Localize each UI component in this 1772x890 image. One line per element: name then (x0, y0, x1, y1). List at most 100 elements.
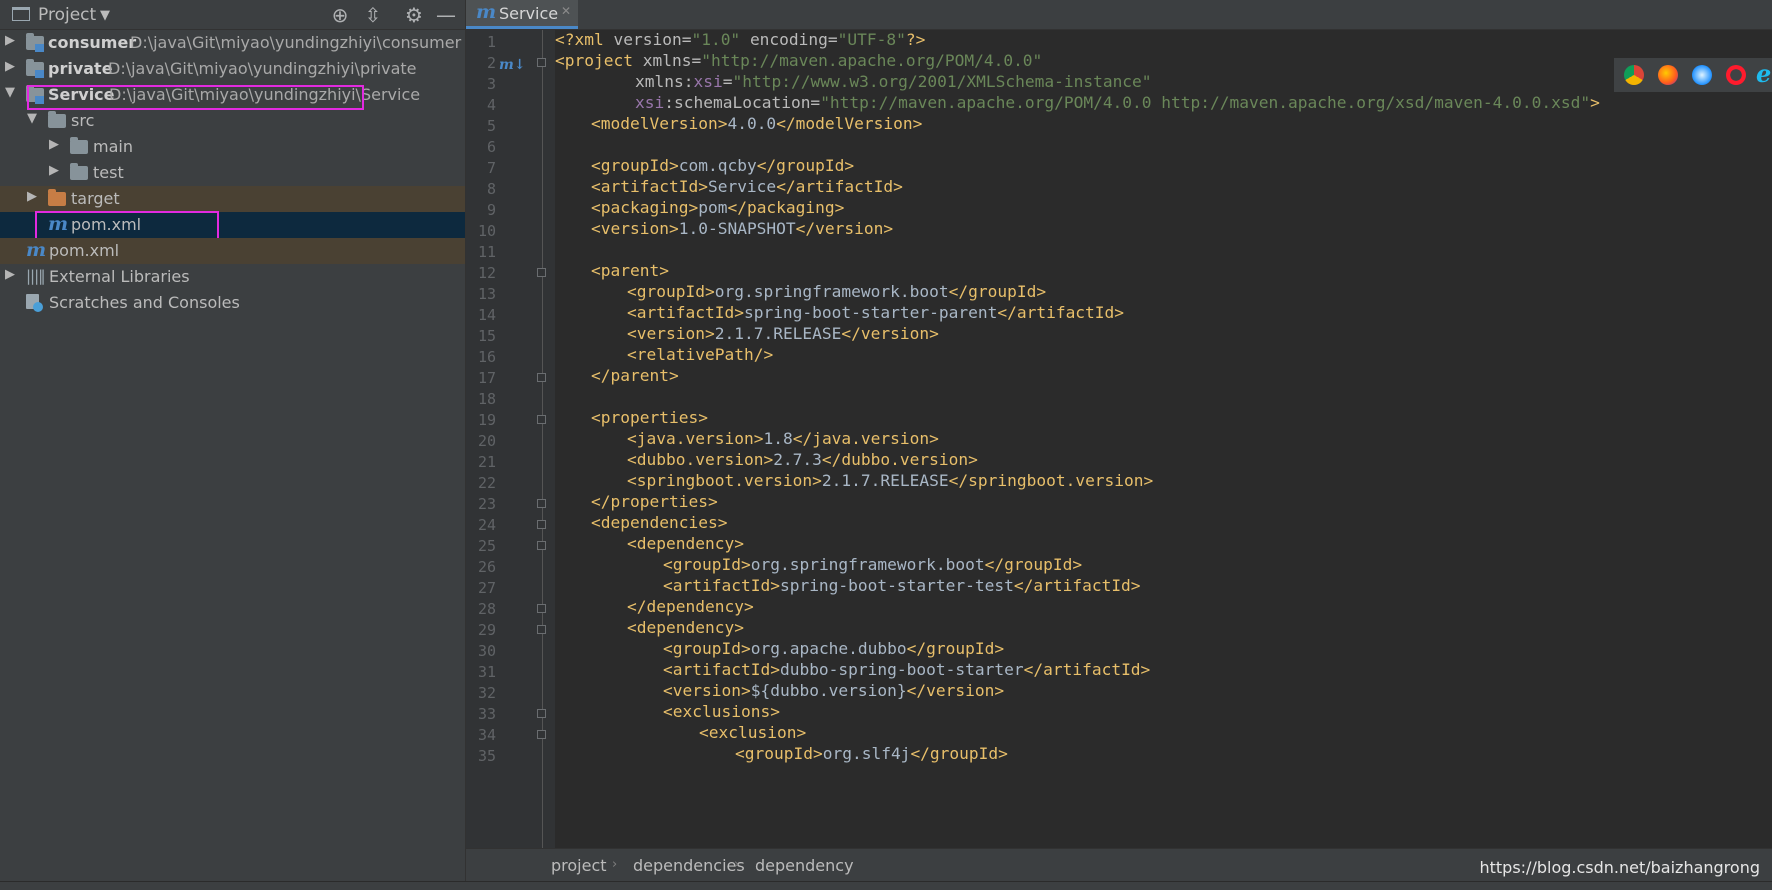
code-line-5: <modelVersion>4.0.0</modelVersion> (591, 114, 922, 138)
line-number: 1 (486, 33, 496, 51)
text: ${dubbo.version} (750, 681, 907, 700)
text: spring-boot-starter-test (779, 576, 1014, 595)
line-number: 3 (486, 75, 496, 93)
line-number: 9 (486, 201, 496, 219)
tag: </artifactId> (1013, 576, 1141, 595)
maven-run-icon[interactable]: m↓ (499, 57, 526, 73)
tag: <dubbo.version> (627, 450, 774, 469)
line-number: 7 (486, 159, 496, 177)
tree-item-test[interactable]: ▶ test (0, 160, 465, 186)
tree-item-target[interactable]: ▶ target (0, 186, 465, 212)
collapse-arrow-icon[interactable]: ▼ (5, 85, 15, 100)
editor-tab-bar: m Service ✕ (466, 0, 1772, 30)
text: 2.7.3 (773, 450, 822, 469)
collapse-arrow-icon[interactable]: ▼ (27, 111, 37, 126)
chrome-icon[interactable] (1624, 65, 1644, 85)
module-badge-icon (35, 44, 44, 52)
minimize-icon[interactable]: — (435, 3, 457, 27)
tree-item-path: D:\java\Git\miyao\yundingzhiyi\consumer (130, 33, 462, 52)
text: 2.1.7.RELEASE (821, 471, 949, 490)
opera-icon[interactable] (1726, 65, 1746, 85)
tab-service-pom[interactable]: m Service ✕ (466, 0, 578, 29)
tag: </parent> (591, 366, 679, 385)
fold-toggle-icon[interactable] (537, 58, 546, 67)
fold-toggle-icon[interactable] (537, 373, 546, 382)
chevron-down-icon[interactable]: ▼ (100, 8, 110, 23)
tree-item-consumer[interactable]: ▶ consumer D:\java\Git\miyao\yundingzhiy… (0, 30, 465, 56)
tag: </packaging> (727, 198, 845, 217)
line-number: 8 (486, 180, 496, 198)
browser-preview-bar: e (1614, 58, 1772, 92)
line-number: 26 (477, 558, 496, 576)
maven-file-icon: m (476, 1, 497, 23)
tag: <dependency> (627, 618, 744, 637)
tag: <dependency> (627, 534, 744, 553)
line-number: 34 (477, 726, 496, 744)
line-number: 11 (477, 243, 496, 261)
text: 2.1.7.RELEASE (714, 324, 842, 343)
fold-toggle-icon[interactable] (537, 415, 546, 424)
text: org.apache.dubbo (750, 639, 907, 658)
tag: <groupId> (627, 282, 715, 301)
maven-file-icon: m (26, 239, 47, 261)
tag: <dependencies> (591, 513, 728, 532)
project-panel-title[interactable]: Project (38, 5, 96, 25)
expand-arrow-icon[interactable]: ▶ (49, 163, 59, 178)
tree-item-path: D:\java\Git\miyao\yundingzhiyi\private (108, 59, 417, 78)
tree-item-external-libraries[interactable]: ▶ |||‖ External Libraries (0, 264, 465, 290)
breadcrumb-project[interactable]: project (551, 856, 607, 875)
expand-arrow-icon[interactable]: ▶ (5, 33, 15, 48)
internet-explorer-icon[interactable]: e (1756, 59, 1771, 88)
code-editor[interactable]: <?xml version="1.0" encoding="UTF-8"?> <… (555, 30, 1772, 848)
tree-item-private[interactable]: ▶ private D:\java\Git\miyao\yundingzhiyi… (0, 56, 465, 82)
expand-arrow-icon[interactable]: ▶ (49, 137, 59, 152)
breadcrumb-dependencies[interactable]: dependencies (633, 856, 745, 875)
breadcrumb-dependency[interactable]: dependency (755, 856, 854, 875)
collapse-all-icon[interactable]: ⇳ (362, 3, 384, 27)
attr: :schemaLocation= (664, 93, 821, 112)
fold-toggle-icon[interactable] (537, 541, 546, 550)
tag: <artifactId> (591, 177, 708, 196)
tag: </artifactId> (997, 303, 1125, 322)
tag: <artifactId> (663, 660, 780, 679)
tag: </groupId> (948, 282, 1047, 301)
fold-toggle-icon[interactable] (537, 268, 546, 277)
expand-arrow-icon[interactable]: ▶ (5, 59, 15, 74)
gear-icon[interactable]: ⚙ (403, 3, 425, 27)
tree-item-label: Scratches and Consoles (49, 293, 240, 312)
fold-toggle-icon[interactable] (537, 730, 546, 739)
text: dubbo-spring-boot-starter (779, 660, 1024, 679)
attr-value: "http://www.w3.org/2001/XMLSchema-instan… (732, 72, 1152, 91)
tag: </java.version> (792, 429, 939, 448)
expand-arrow-icon[interactable]: ▶ (27, 189, 37, 204)
tree-item-root-pom[interactable]: m pom.xml (0, 238, 465, 264)
tree-item-src[interactable]: ▼ src (0, 108, 465, 134)
text: pom (698, 198, 728, 217)
code-line-35: <groupId>org.slf4j</groupId> (735, 744, 1008, 768)
line-number: 20 (477, 432, 496, 450)
firefox-icon[interactable] (1658, 65, 1678, 85)
attr-value: "1.0" (691, 30, 741, 49)
tree-item-main[interactable]: ▶ main (0, 134, 465, 160)
line-number: 13 (477, 285, 496, 303)
fold-toggle-icon[interactable] (537, 625, 546, 634)
attr-value: "http://maven.apache.org/POM/4.0.0" (701, 51, 1043, 70)
fold-toggle-icon[interactable] (537, 709, 546, 718)
watermark-url: https://blog.csdn.net/baizhangrong (1479, 858, 1760, 877)
tree-item-scratches[interactable]: Scratches and Consoles (0, 290, 465, 316)
folder-icon (70, 137, 88, 154)
fold-toggle-icon[interactable] (537, 604, 546, 613)
text: 4.0.0 (727, 114, 777, 133)
fold-toggle-icon[interactable] (537, 520, 546, 529)
locate-target-icon[interactable]: ⊕ (329, 3, 351, 27)
fold-toggle-icon[interactable] (537, 499, 546, 508)
line-number: 31 (477, 663, 496, 681)
text: Service (707, 177, 777, 196)
tree-item-label: src (71, 111, 95, 130)
tree-item-label: test (93, 163, 124, 182)
expand-arrow-icon[interactable]: ▶ (5, 267, 15, 282)
project-panel-header: Project ▼ ⊕ ⇳ ⚙ — (0, 0, 465, 30)
close-icon[interactable]: ✕ (561, 4, 571, 18)
line-number: 2 (486, 54, 496, 72)
safari-icon[interactable] (1692, 65, 1712, 85)
